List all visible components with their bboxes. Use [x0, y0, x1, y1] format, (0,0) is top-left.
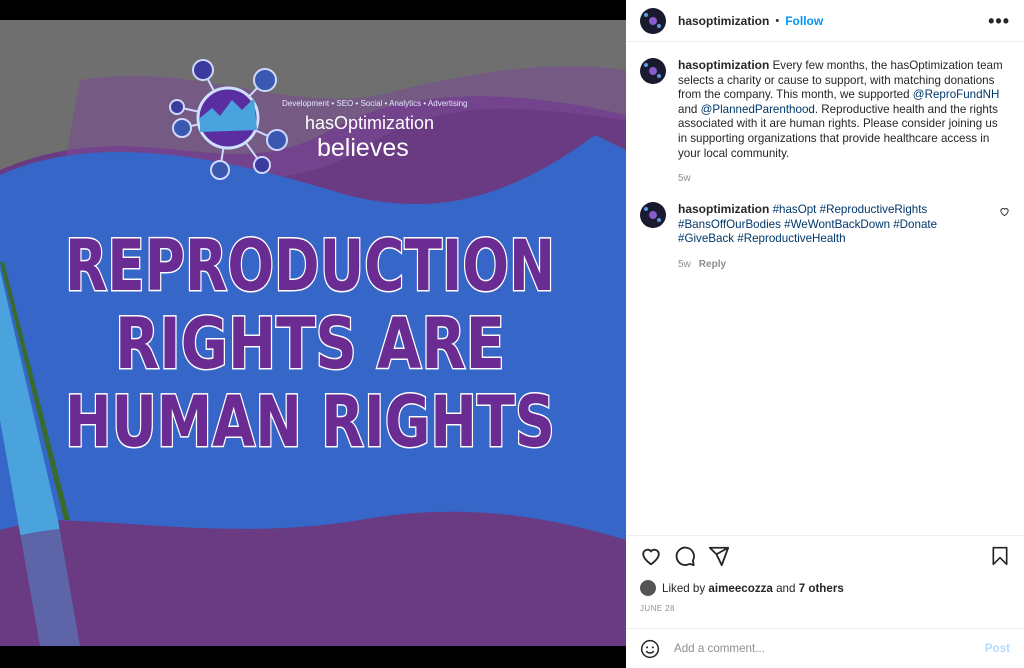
post-graphic: Development • SEO • Social • Analytics •… [0, 0, 626, 668]
add-comment-bar: Post [626, 628, 1024, 668]
headline-line-3: HUMAN RIGHTS [65, 381, 555, 463]
header-username[interactable]: hasoptimization [678, 14, 769, 28]
caption-username[interactable]: hasoptimization [678, 58, 769, 72]
caption-time[interactable]: 5w [678, 173, 691, 184]
header-separator: • [775, 14, 780, 27]
mention-link[interactable]: @PlannedParenthood [701, 103, 815, 116]
emoji-icon[interactable] [640, 639, 660, 659]
mention-link[interactable]: @ReproFundNH [913, 88, 1000, 101]
post-button[interactable]: Post [985, 642, 1010, 655]
logo-brand: hasOptimization [305, 113, 434, 133]
avatar[interactable] [640, 58, 666, 84]
likes-and: and [776, 581, 796, 595]
headline-line-1: REPRODUCTION [65, 225, 555, 307]
heart-icon[interactable] [640, 545, 662, 567]
follow-button[interactable]: Follow [785, 14, 823, 28]
likes-summary: Liked by aimeecozza and 7 others [640, 580, 844, 596]
bookmark-icon[interactable] [990, 545, 1010, 567]
avatar[interactable] [640, 7, 666, 34]
liker-avatar[interactable] [640, 580, 656, 596]
share-icon[interactable] [708, 545, 730, 567]
post-image[interactable]: Development • SEO • Social • Analytics •… [0, 0, 626, 668]
logo-tagline: Development • SEO • Social • Analytics •… [282, 99, 468, 108]
logo-believes: believes [317, 134, 409, 162]
like-comment-icon[interactable] [999, 206, 1010, 220]
comment-username[interactable]: hasoptimization [678, 202, 769, 216]
likes-others-link[interactable]: 7 others [799, 582, 844, 595]
post-date[interactable]: JUNE 28 [640, 604, 675, 613]
action-bar [626, 535, 1024, 575]
caption: hasoptimization Every few months, the ha… [640, 58, 1010, 184]
caption-text-2: and [678, 102, 698, 116]
headline-line-2: RIGHTS ARE [115, 303, 505, 385]
more-icon[interactable]: ••• [988, 12, 1010, 30]
avatar[interactable] [640, 202, 666, 229]
post-header: hasoptimization • Follow ••• [626, 0, 1024, 42]
comment-icon[interactable] [674, 545, 696, 567]
comments-list: hasoptimization Every few months, the ha… [640, 58, 1010, 284]
liker-username[interactable]: aimeecozza [708, 582, 772, 595]
comment-input[interactable] [672, 641, 985, 656]
reply-button[interactable]: Reply [699, 259, 726, 270]
comment-item: hasoptimization #hasOpt #ReproductiveRig… [640, 202, 1010, 270]
comment-time[interactable]: 5w [678, 259, 691, 270]
likes-prefix: Liked by [662, 581, 706, 595]
post-side-panel: hasoptimization • Follow ••• hasoptimiza… [626, 0, 1024, 668]
